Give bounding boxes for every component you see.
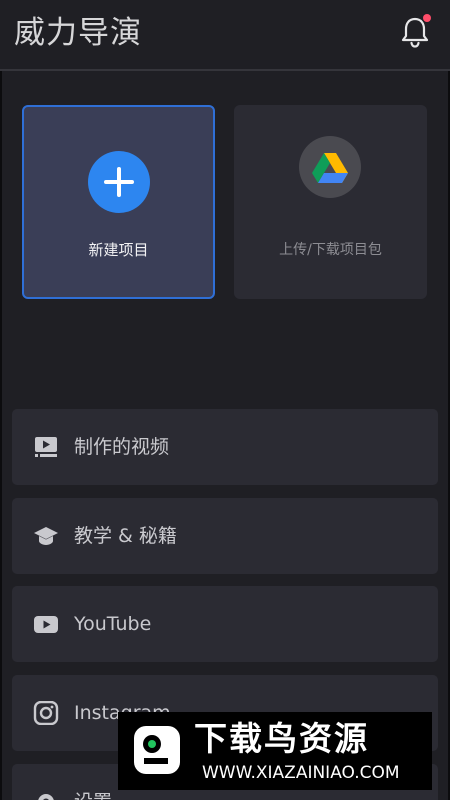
menu-item-produced-videos[interactable]: 制作的视频	[12, 409, 438, 485]
menu-item-tutorials[interactable]: 教学 & 秘籍	[12, 498, 438, 574]
upload-download-card[interactable]: 上传/下载项目包	[234, 105, 427, 299]
graduation-cap-icon	[34, 527, 58, 545]
google-drive-logo	[312, 153, 348, 183]
header-divider	[0, 69, 450, 71]
menu-label-tutorials: 教学 & 秘籍	[74, 525, 177, 547]
new-project-card[interactable]: 新建项目	[22, 105, 215, 299]
menu-label-settings: 设置	[74, 788, 112, 800]
youtube-icon	[34, 616, 58, 633]
instagram-icon	[33, 701, 59, 725]
menu-label-produced-videos: 制作的视频	[74, 436, 170, 458]
upload-download-label: 上传/下载项目包	[279, 242, 382, 258]
plus-icon	[88, 151, 150, 213]
watermark-url: WWW.XIAZAINIAO.COM	[202, 763, 400, 783]
google-drive-icon	[299, 136, 361, 198]
new-project-label: 新建项目	[88, 241, 149, 259]
menu-label-youtube: YouTube	[74, 613, 152, 635]
app-header: 威力导演	[0, 0, 450, 71]
menu-item-youtube[interactable]: YouTube	[12, 586, 438, 662]
app-title: 威力导演	[14, 15, 142, 51]
gear-icon	[38, 794, 54, 800]
watermark-title: 下载鸟资源	[194, 719, 369, 758]
video-library-icon	[35, 437, 57, 457]
screen-edge-left	[0, 0, 2, 800]
watermark-overlay: 下载鸟资源 WWW.XIAZAINIAO.COM	[118, 712, 432, 790]
watermark-bird-logo	[134, 726, 180, 774]
notification-badge	[423, 14, 431, 22]
